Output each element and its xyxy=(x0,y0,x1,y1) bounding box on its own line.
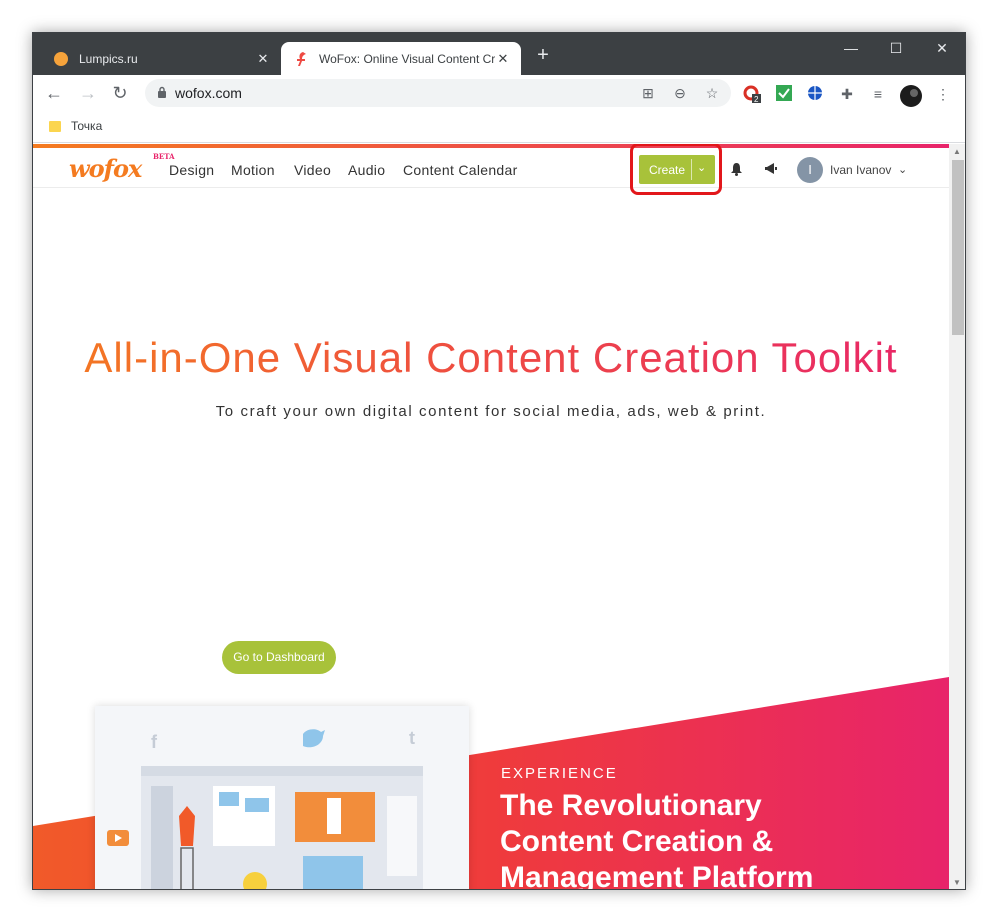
app-preview-illustration: f t xyxy=(95,706,469,889)
svg-text:f: f xyxy=(151,732,158,752)
wofox-favicon-icon xyxy=(297,51,306,66)
profile-avatar[interactable] xyxy=(900,85,922,107)
tab-title: WoFox: Online Visual Content Cr xyxy=(319,51,495,66)
puzzle-icon[interactable]: ✚ xyxy=(838,85,856,103)
close-tab-icon[interactable]: ✕ xyxy=(495,51,511,67)
translate-icon[interactable]: ⊞ xyxy=(639,84,657,102)
headline-line: Management Platform xyxy=(500,861,814,890)
scroll-down-icon[interactable]: ▼ xyxy=(953,878,961,887)
bell-icon[interactable] xyxy=(730,162,743,179)
bookmark-folder[interactable]: Точка xyxy=(49,119,102,133)
tab-lumpics[interactable]: Lumpics.ru ✕ xyxy=(41,42,281,75)
forward-icon[interactable]: → xyxy=(77,83,99,103)
window-close-icon[interactable]: ✕ xyxy=(932,40,952,57)
platform-headline: The Revolutionary Content Creation & Man… xyxy=(500,788,814,890)
preview-graphic: f t xyxy=(107,728,423,889)
user-name[interactable]: Ivan Ivanov xyxy=(830,163,891,177)
headline-line: Content Creation & xyxy=(500,825,774,858)
scroll-up-icon[interactable]: ▲ xyxy=(953,147,961,156)
go-to-dashboard-button[interactable]: Go to Dashboard xyxy=(222,641,336,674)
maximize-icon[interactable]: ☐ xyxy=(886,40,906,57)
menu-video[interactable]: Video xyxy=(294,162,331,178)
extension-badge: 2 xyxy=(754,95,759,104)
lumpics-favicon-icon xyxy=(54,51,68,66)
globe-extension-icon[interactable] xyxy=(806,85,824,103)
minimize-icon[interactable]: — xyxy=(841,40,861,56)
close-tab-icon[interactable]: ✕ xyxy=(255,51,271,67)
page-scrollbar[interactable]: ▲ ▼ xyxy=(949,144,965,889)
bookmark-label: Точка xyxy=(71,119,103,133)
scrollbar-thumb[interactable] xyxy=(952,160,964,335)
user-avatar[interactable]: I xyxy=(797,157,823,183)
svg-text:t: t xyxy=(409,728,415,748)
tab-strip: Lumpics.ru ✕ WoFox: Online Visual Conten… xyxy=(33,33,965,75)
new-tab-button[interactable]: + xyxy=(533,45,553,65)
menu-motion[interactable]: Motion xyxy=(231,162,275,178)
media-icon[interactable]: ≡ xyxy=(869,85,887,103)
menu-content-calendar[interactable]: Content Calendar xyxy=(403,162,518,178)
menu-icon[interactable]: ⋮ xyxy=(934,85,952,103)
url-text: wofox.com xyxy=(175,85,242,101)
highlight-box xyxy=(630,144,722,195)
checkbox-extension-icon[interactable] xyxy=(775,85,793,103)
address-bar[interactable]: wofox.com ⊞ ⊖ ☆ xyxy=(145,79,731,107)
hero-subtitle: To craft your own digital content for so… xyxy=(215,403,767,420)
back-icon[interactable]: ← xyxy=(43,83,65,103)
user-chevron-down-icon[interactable]: ⌄ xyxy=(898,163,907,176)
lock-icon xyxy=(158,86,166,98)
tab-title: Lumpics.ru xyxy=(79,51,138,66)
headline-line: The Revolutionary xyxy=(500,789,762,822)
bookmarks-bar: Точка xyxy=(33,111,965,143)
reload-icon[interactable]: ↻ xyxy=(109,83,131,103)
menu-design[interactable]: Design xyxy=(169,162,214,178)
web-page: wofox BETA Design Motion Video Audio Con… xyxy=(33,144,949,890)
experience-label: EXPERIENCE xyxy=(501,765,618,782)
browser-window: Lumpics.ru ✕ WoFox: Online Visual Conten… xyxy=(32,32,966,890)
menu-audio[interactable]: Audio xyxy=(348,162,385,178)
hero-title: All-in-One Visual Content Creation Toolk… xyxy=(33,334,949,382)
browser-toolbar: ← → ↻ wofox.com ⊞ ⊖ ☆ 2 ✚ ≡ ⋮ xyxy=(33,75,965,111)
zoom-icon[interactable]: ⊖ xyxy=(671,84,689,102)
opera-extension-icon[interactable]: 2 xyxy=(743,85,761,104)
folder-icon xyxy=(49,120,61,132)
wofox-logo[interactable]: wofox BETA xyxy=(69,152,175,183)
site-navbar: wofox BETA Design Motion Video Audio Con… xyxy=(33,144,949,195)
beta-badge: BETA xyxy=(153,152,175,161)
star-icon[interactable]: ☆ xyxy=(703,84,721,102)
megaphone-icon[interactable] xyxy=(764,162,778,178)
tab-wofox[interactable]: WoFox: Online Visual Content Cr ✕ xyxy=(281,42,521,75)
